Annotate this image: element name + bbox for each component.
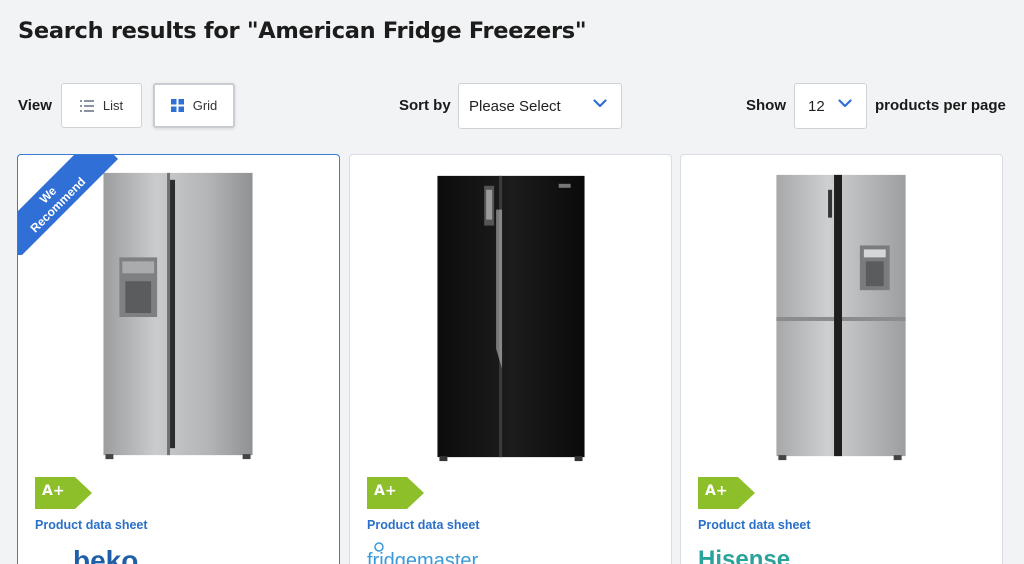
results-toolbar: View List Grid Sort by Please Select Sho… xyxy=(0,82,1024,130)
grid-view-label: Grid xyxy=(192,98,218,113)
brand-logo: beko xyxy=(73,545,138,564)
per-page-select[interactable]: 12 xyxy=(794,83,867,129)
product-image[interactable] xyxy=(350,169,671,464)
chevron-down-icon xyxy=(593,99,607,108)
product-image[interactable] xyxy=(681,169,1002,464)
per-page-label: products per page xyxy=(875,97,1006,114)
chevron-down-icon xyxy=(838,99,852,108)
view-label: View xyxy=(18,97,52,114)
energy-rating-badge[interactable]: A+ xyxy=(698,477,756,514)
energy-rating-label: A+ xyxy=(705,483,728,499)
sort-select[interactable]: Please Select xyxy=(458,83,622,129)
brand-logo: fridgemaster xyxy=(367,542,478,564)
energy-rating-badge[interactable]: A+ xyxy=(367,477,425,514)
recommend-badge: We Recommend xyxy=(18,155,118,255)
brand-name: Hisense xyxy=(698,546,790,564)
show-label: Show xyxy=(746,97,786,114)
brand-logo: Hisense xyxy=(698,546,790,564)
product-data-sheet-link[interactable]: Product data sheet xyxy=(367,518,480,532)
brand-name: beko xyxy=(73,545,138,564)
list-view-button[interactable]: List xyxy=(61,83,142,128)
grid-icon xyxy=(170,99,184,112)
energy-rating-label: A+ xyxy=(42,483,65,499)
product-card[interactable]: A+ Product data sheet fridgemaster xyxy=(349,154,672,564)
per-page-value: 12 xyxy=(808,97,825,115)
energy-rating-badge[interactable]: A+ xyxy=(35,477,93,514)
product-card[interactable]: A+ Product data sheet Hisense xyxy=(680,154,1003,564)
sort-label: Sort by xyxy=(399,97,451,114)
brand-name: fridgemaster xyxy=(367,550,478,564)
sort-value: Please Select xyxy=(469,97,561,115)
page-title: Search results for "American Fridge Free… xyxy=(18,18,587,44)
grid-view-button[interactable]: Grid xyxy=(153,83,235,128)
list-icon xyxy=(79,99,94,112)
list-view-label: List xyxy=(102,98,124,113)
product-data-sheet-link[interactable]: Product data sheet xyxy=(698,518,811,532)
product-data-sheet-link[interactable]: Product data sheet xyxy=(35,518,148,532)
badge-line-2: Recommend xyxy=(27,174,89,236)
energy-rating-label: A+ xyxy=(374,483,397,499)
product-card[interactable]: We Recommend A+ Product data sheet beko xyxy=(17,154,340,564)
